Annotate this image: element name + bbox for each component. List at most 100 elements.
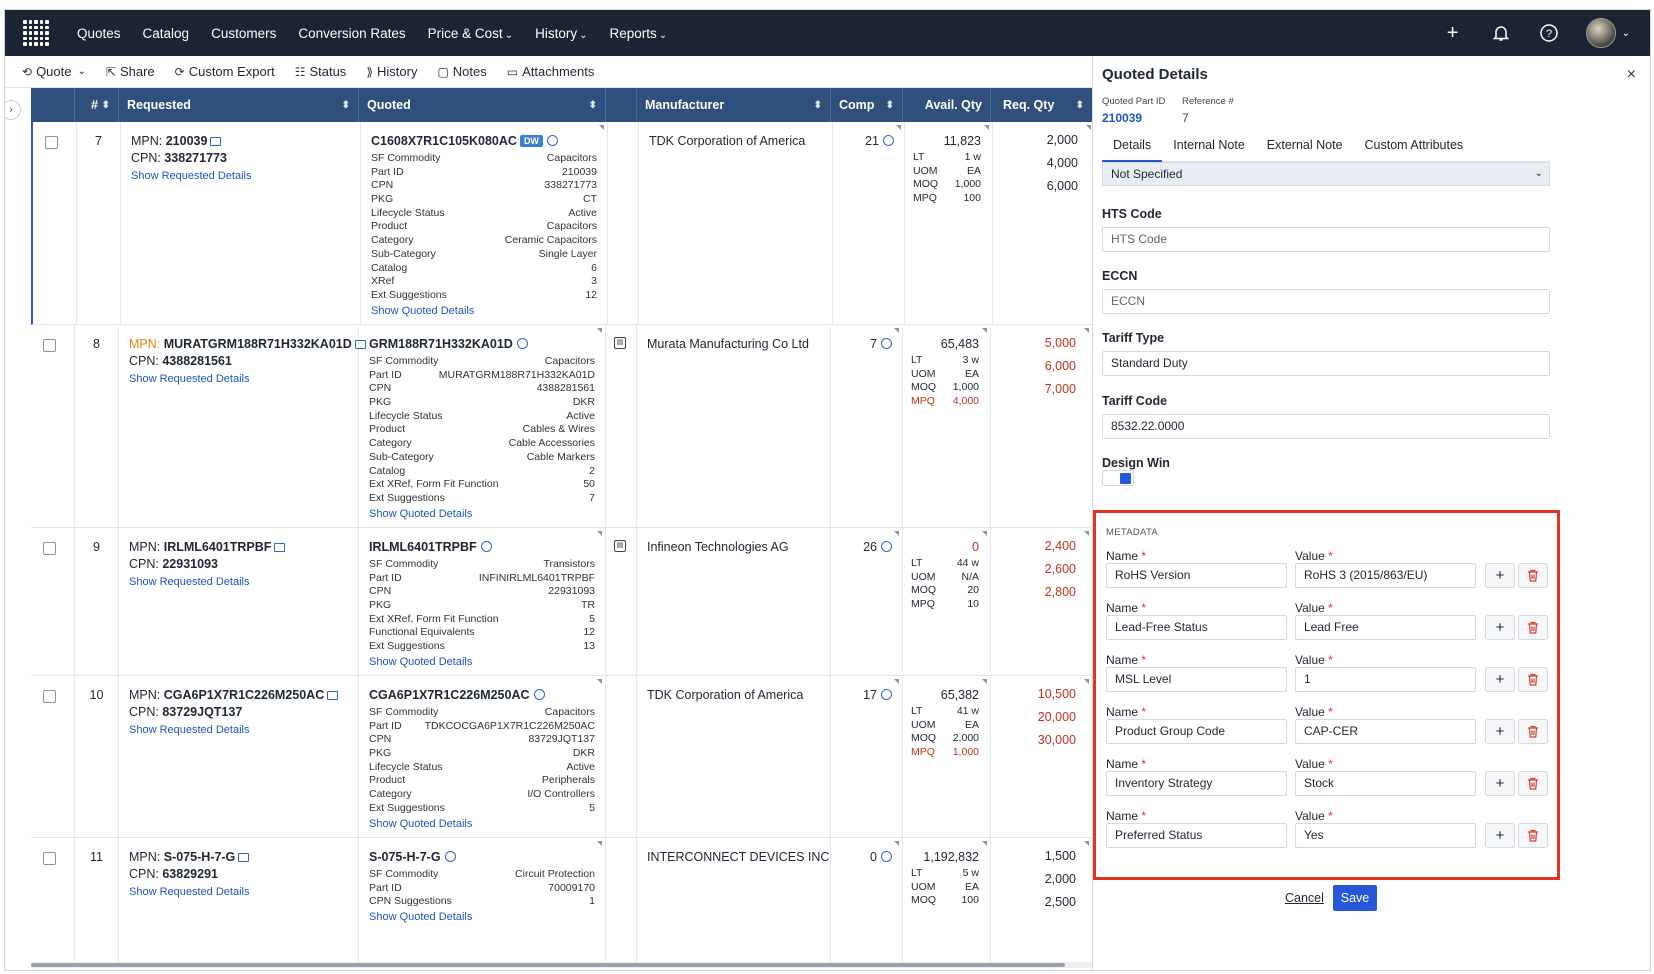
metadata-name-input[interactable]: MSL Level [1106, 667, 1287, 692]
quoted-part-id-link[interactable]: 210039 [1102, 111, 1165, 125]
row-checkbox[interactable] [43, 690, 56, 703]
column-header-requested[interactable]: Requested ⬍ [119, 88, 359, 122]
add-metadata-button[interactable]: + [1485, 667, 1515, 692]
competitor-count[interactable]: 7 [870, 337, 892, 351]
metadata-value-input[interactable]: RoHS 3 (2015/863/EU) [1295, 563, 1476, 588]
sort-icon[interactable]: ⬍ [1076, 100, 1084, 111]
tab-internal-note[interactable]: Internal Note [1162, 134, 1256, 162]
metadata-value-input[interactable]: Stock [1295, 771, 1476, 796]
metadata-value-input[interactable]: CAP-CER [1295, 719, 1476, 744]
show-requested-details-link[interactable]: Show Requested Details [129, 373, 249, 385]
show-requested-details-link[interactable]: Show Requested Details [129, 886, 249, 898]
sort-icon[interactable]: ⬍ [589, 100, 597, 111]
history-button[interactable]: ⟫ History [366, 64, 417, 79]
competitor-count[interactable]: 21 [865, 134, 894, 148]
nav-reports[interactable]: Reports ⌄ [609, 26, 667, 41]
show-requested-details-link[interactable]: Show Requested Details [129, 724, 249, 736]
manufacturer-logo-icon[interactable]: ▤ [614, 540, 626, 552]
cube-icon[interactable] [546, 135, 558, 146]
cube-icon[interactable] [533, 689, 545, 700]
horizontal-scrollbar[interactable] [31, 962, 1092, 968]
save-button[interactable]: Save [1333, 885, 1377, 911]
show-quoted-details-link[interactable]: Show Quoted Details [371, 305, 597, 317]
delete-metadata-button[interactable] [1518, 563, 1548, 588]
app-grid-logo-icon[interactable] [19, 16, 53, 50]
cube-icon[interactable] [444, 851, 456, 862]
metadata-name-input[interactable]: Lead-Free Status [1106, 615, 1287, 640]
delete-metadata-button[interactable] [1518, 667, 1548, 692]
help-icon[interactable]: ? [1538, 22, 1560, 44]
metadata-name-input[interactable]: Product Group Code [1106, 719, 1287, 744]
quoted-part-number[interactable]: S-075-H-7-G [369, 850, 456, 864]
design-win-toggle[interactable] [1102, 470, 1134, 486]
column-header-manufacturer[interactable]: Manufacturer ⬍ [637, 88, 831, 122]
status-button[interactable]: ☷ Status [295, 64, 347, 79]
show-quoted-details-link[interactable]: Show Quoted Details [369, 818, 595, 830]
add-metadata-button[interactable]: + [1485, 563, 1515, 588]
row-checkbox[interactable] [43, 852, 56, 865]
table-row[interactable]: 11 MPN: S-075-H-7-G CPN: 63829291 Show Requ… [31, 838, 1092, 962]
nav-conversion-rates[interactable]: Conversion Rates [298, 26, 405, 41]
quoted-part-number[interactable]: CGA6P1X7R1C226M250AC [369, 688, 545, 702]
table-row[interactable]: 8 MPN: MURATGRM188R71H332KA01D CPN: 438828… [31, 325, 1092, 528]
custom-export-button[interactable]: ⟳ Custom Export [175, 64, 275, 79]
folder-icon[interactable] [238, 853, 250, 862]
sidebar-expand-button[interactable]: › [5, 100, 21, 120]
tariff-type-input[interactable]: Standard Duty [1102, 351, 1550, 376]
cancel-button[interactable]: Cancel [1285, 891, 1324, 905]
delete-metadata-button[interactable] [1518, 771, 1548, 796]
nav-customers[interactable]: Customers [211, 26, 276, 41]
delete-metadata-button[interactable] [1518, 719, 1548, 744]
sort-icon[interactable]: ⬍ [342, 100, 350, 111]
manufacturer-logo-icon[interactable]: ▤ [614, 337, 626, 349]
folder-icon[interactable] [327, 691, 339, 700]
metadata-value-input[interactable]: Yes [1295, 823, 1476, 848]
metadata-name-input[interactable]: Preferred Status [1106, 823, 1287, 848]
sort-icon[interactable]: ⬍ [102, 100, 110, 111]
table-row[interactable]: 9 MPN: IRLML6401TRPBF CPN: 22931093 Show Re… [31, 528, 1092, 676]
row-checkbox[interactable] [45, 136, 58, 149]
tariff-code-input[interactable]: 8532.22.0000 [1102, 414, 1550, 439]
quote-menu-button[interactable]: ⟲ Quote ⌄ [22, 64, 86, 79]
sort-icon[interactable]: ⬍ [886, 100, 894, 111]
table-row[interactable]: 10 MPN: CGA6P1X7R1C226M250AC CPN: 83729JQT… [31, 676, 1092, 838]
nav-history[interactable]: History ⌄ [535, 26, 587, 41]
column-header-quoted[interactable]: Quoted ⬍ [359, 88, 606, 122]
competitor-count[interactable]: 0 [870, 850, 892, 864]
show-requested-details-link[interactable]: Show Requested Details [129, 576, 249, 588]
row-checkbox[interactable] [43, 339, 56, 352]
folder-icon[interactable] [274, 543, 286, 552]
cube-icon[interactable] [480, 541, 492, 552]
status-select[interactable]: Not Specified ⌄ [1102, 162, 1550, 186]
competitor-count[interactable]: 17 [863, 688, 892, 702]
eccn-input[interactable]: ECCN [1102, 289, 1550, 314]
column-header-req-qty[interactable]: Req. Qty ⬍ [991, 88, 1092, 122]
add-metadata-button[interactable]: + [1485, 615, 1515, 640]
close-icon[interactable]: × [1627, 66, 1636, 84]
tab-external-note[interactable]: External Note [1256, 134, 1354, 162]
metadata-name-input[interactable]: RoHS Version [1106, 563, 1287, 588]
metadata-value-input[interactable]: 1 [1295, 667, 1476, 692]
show-quoted-details-link[interactable]: Show Quoted Details [369, 656, 595, 668]
bell-icon[interactable] [1490, 22, 1512, 44]
user-menu[interactable]: ⌄ [1585, 18, 1630, 48]
add-metadata-button[interactable]: + [1485, 719, 1515, 744]
add-metadata-button[interactable]: + [1485, 771, 1515, 796]
row-checkbox[interactable] [43, 542, 56, 555]
quoted-part-number[interactable]: C1608X7R1C105K080AC DW [371, 134, 558, 148]
metadata-value-input[interactable]: Lead Free [1295, 615, 1476, 640]
folder-icon[interactable] [210, 137, 222, 146]
delete-metadata-button[interactable] [1518, 615, 1548, 640]
nav-catalog[interactable]: Catalog [143, 26, 190, 41]
nav-quotes[interactable]: Quotes [77, 26, 121, 41]
hts-code-input[interactable]: HTS Code [1102, 227, 1550, 252]
column-header-avail-qty[interactable]: Avail. Qty [903, 88, 991, 122]
notes-button[interactable]: ▢ Notes [437, 64, 486, 79]
column-header-num[interactable]: # ⬍ [75, 88, 119, 122]
metadata-name-input[interactable]: Inventory Strategy [1106, 771, 1287, 796]
show-quoted-details-link[interactable]: Show Quoted Details [369, 911, 595, 923]
share-button[interactable]: ⇱ Share [106, 64, 155, 79]
cube-icon[interactable] [516, 338, 528, 349]
quoted-part-number[interactable]: GRM188R71H332KA01D [369, 337, 528, 351]
attachments-button[interactable]: ▭ Attachments [507, 64, 595, 79]
